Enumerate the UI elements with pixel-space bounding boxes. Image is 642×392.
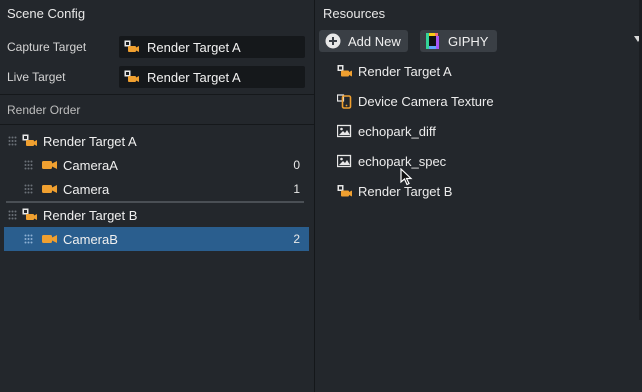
camera-label: CameraA <box>63 158 118 173</box>
camera-row-selected[interactable]: CameraB 2 <box>4 227 309 251</box>
camera-index: 0 <box>293 158 300 172</box>
camera-row[interactable]: Camera 1 <box>4 177 309 201</box>
resource-label: Render Target B <box>358 184 453 199</box>
resources-panel: Resources Add New GIPHY Render Target A … <box>315 0 642 392</box>
drag-handle-icon[interactable] <box>24 184 33 194</box>
render-target-icon <box>337 65 352 77</box>
render-order-title: Render Order <box>7 103 81 117</box>
camera-label: CameraB <box>63 232 118 247</box>
drag-handle-icon[interactable] <box>8 136 17 146</box>
camera-icon <box>42 235 57 243</box>
giphy-icon <box>426 33 439 49</box>
scene-config-panel: Scene Config Capture Target Render Targe… <box>0 0 314 392</box>
resource-item[interactable]: echopark_spec <box>335 151 635 173</box>
render-target-icon <box>22 134 37 146</box>
resources-title: Resources <box>323 6 386 21</box>
live-target-row: Live Target Render Target A <box>0 66 314 88</box>
add-new-label: Add New <box>348 34 401 49</box>
capture-target-field[interactable]: Render Target A <box>119 36 305 58</box>
drag-handle-icon[interactable] <box>8 210 17 220</box>
capture-target-label: Capture Target <box>7 40 87 54</box>
resource-item[interactable]: Render Target A <box>335 61 635 83</box>
camera-icon <box>42 185 57 193</box>
resource-label: echopark_spec <box>358 154 447 169</box>
resource-label: Render Target A <box>358 64 452 79</box>
camera-icon <box>42 161 57 169</box>
giphy-label: GIPHY <box>448 34 489 49</box>
device-camera-icon <box>337 94 352 109</box>
render-order-group-a[interactable]: Render Target A <box>4 129 309 153</box>
drag-handle-icon[interactable] <box>24 234 33 244</box>
section-divider <box>0 124 314 125</box>
plus-circle-icon <box>325 33 341 49</box>
camera-index: 2 <box>293 232 300 246</box>
resource-item[interactable]: Render Target B <box>335 181 635 203</box>
resource-item[interactable]: echopark_diff <box>335 121 635 143</box>
camera-label: Camera <box>63 182 110 197</box>
resource-item[interactable]: Device Camera Texture <box>335 91 635 113</box>
section-divider <box>0 94 314 95</box>
group-a-label: Render Target A <box>43 134 137 149</box>
render-target-icon <box>124 70 139 82</box>
camera-row[interactable]: CameraA 0 <box>4 153 309 177</box>
live-target-field[interactable]: Render Target A <box>119 66 305 88</box>
drag-handle-icon[interactable] <box>24 160 33 170</box>
mouse-cursor-icon <box>400 168 413 186</box>
image-icon <box>337 124 352 138</box>
render-order-group-b[interactable]: Render Target B <box>4 203 309 227</box>
live-target-label: Live Target <box>7 70 66 84</box>
render-target-icon <box>124 40 139 52</box>
capture-target-row: Capture Target Render Target A <box>0 36 314 58</box>
camera-index: 1 <box>293 182 300 196</box>
add-new-button[interactable]: Add New <box>319 30 408 52</box>
live-target-value: Render Target A <box>147 70 241 85</box>
capture-target-value: Render Target A <box>147 40 241 55</box>
image-icon <box>337 154 352 168</box>
render-target-icon <box>337 185 352 197</box>
resource-label: Device Camera Texture <box>358 94 494 109</box>
scene-config-title: Scene Config <box>7 6 86 21</box>
render-target-icon <box>22 208 37 220</box>
group-b-label: Render Target B <box>43 208 138 223</box>
giphy-button[interactable]: GIPHY <box>420 30 497 52</box>
resource-label: echopark_diff <box>358 124 436 139</box>
